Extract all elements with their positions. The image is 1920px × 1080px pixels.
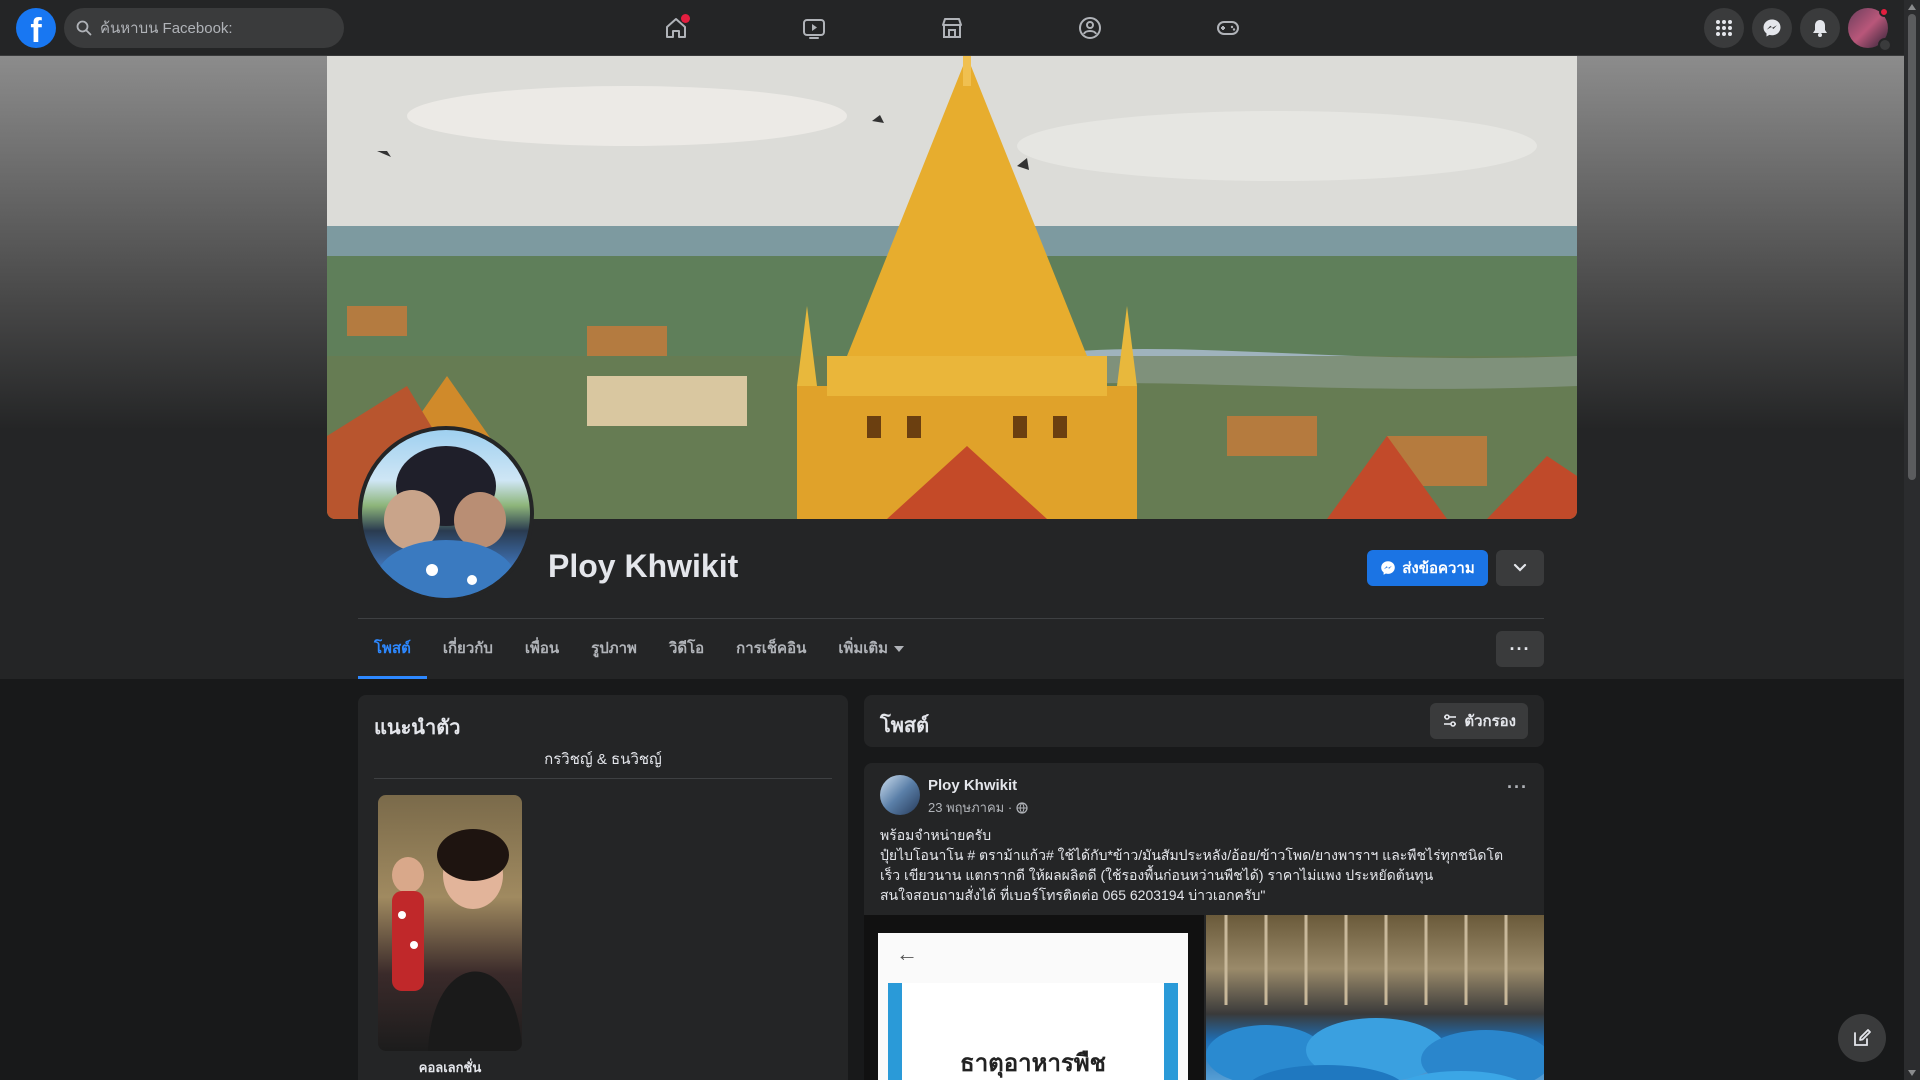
- profile-tabs: โพสต์ เกี่ยวกับ เพื่อน รูปภาพ วิดีโอ การ…: [358, 619, 920, 679]
- posts-title: โพสต์: [880, 715, 930, 737]
- scroll-down-arrow-icon[interactable]: [1908, 1070, 1916, 1076]
- top-navigation-bar: f: [0, 0, 1920, 56]
- tab-label: การเช็คอิน: [736, 640, 807, 657]
- cover-photo[interactable]: [327, 56, 1577, 519]
- menu-grid-icon: [1716, 20, 1732, 36]
- profile-photo-illustration: [376, 446, 516, 598]
- intro-bio: กรวิชญ์ & ธนวิชญ์: [544, 751, 662, 768]
- chevron-down-icon: [1513, 563, 1527, 572]
- post-text-line: พร้อมจำหน่ายครับ: [880, 827, 992, 843]
- tab-label: วิดีโอ: [668, 640, 705, 657]
- search-icon: [76, 20, 92, 36]
- featured-collection-thumbnail[interactable]: [378, 795, 522, 1051]
- bag-label-text: ธาตุอาหารพืช: [960, 1050, 1106, 1077]
- compose-icon: [1854, 1029, 1871, 1046]
- messenger-icon: [1381, 561, 1396, 575]
- search-box[interactable]: [64, 8, 344, 48]
- fertilizer-bag: ธาตุอาหารพืช: [888, 983, 1178, 1080]
- post-author-name[interactable]: Ploy Khwikit: [928, 777, 1017, 794]
- scroll-thumb[interactable]: [1908, 14, 1916, 480]
- send-message-label: ส่งข้อความ: [1402, 560, 1475, 577]
- nav-home[interactable]: [656, 8, 696, 48]
- tab-checkins[interactable]: การเช็คอิน: [720, 619, 822, 679]
- nav-gaming[interactable]: [1208, 8, 1248, 48]
- intro-divider: [374, 778, 832, 779]
- product-screenshot: ← ธาตุอาหารพืช: [878, 933, 1188, 1080]
- globe-icon: [1016, 801, 1028, 814]
- marketplace-icon: [942, 18, 962, 38]
- back-arrow-icon: ←: [896, 941, 918, 966]
- nav-marketplace[interactable]: [932, 8, 972, 48]
- send-message-button[interactable]: ส่งข้อความ: [1367, 550, 1488, 586]
- filter-button[interactable]: ตัวกรอง: [1430, 703, 1528, 739]
- post-options-button[interactable]: ···: [1507, 777, 1528, 798]
- notifications-icon: [1813, 20, 1827, 37]
- featured-photo-illustration: [392, 829, 522, 1051]
- profile-more-button[interactable]: ···: [1496, 631, 1544, 667]
- scroll-up-arrow-icon[interactable]: [1908, 4, 1916, 10]
- post-text-line: สนใจสอบถามสั่งได้ ที่เบอร์โทรติดต่อ 065 …: [880, 887, 1266, 903]
- tab-videos[interactable]: วิดีโอ: [653, 619, 720, 679]
- messenger-icon: [1763, 19, 1781, 37]
- post-image-product[interactable]: ← ธาตุอาหารพืช: [864, 915, 1204, 1080]
- profile-name: Ploy Khwikit: [548, 548, 739, 584]
- tab-about[interactable]: เกี่ยวกับ: [427, 619, 509, 679]
- post-author-avatar[interactable]: [880, 775, 920, 815]
- temple-cover-illustration: [327, 56, 1577, 519]
- tab-label: รูปภาพ: [591, 640, 637, 657]
- post-image-warehouse[interactable]: [1206, 915, 1544, 1080]
- menu-button[interactable]: [1704, 8, 1744, 48]
- intro-title: แนะนำตัว: [374, 717, 461, 739]
- post-date[interactable]: 23 พฤษภาคม ·: [928, 797, 1012, 818]
- new-message-button[interactable]: [1838, 1014, 1886, 1062]
- warehouse-photo-illustration: [1206, 915, 1544, 1080]
- post-text-line: เร็ว เขียวนาน แตกรากดี ให้ผลผลิตดี (ใช้ร…: [880, 867, 1434, 883]
- nav-groups[interactable]: [1070, 8, 1110, 48]
- watch-icon: [803, 19, 825, 39]
- messenger-button[interactable]: [1752, 8, 1792, 48]
- gaming-icon: [1217, 21, 1239, 35]
- post-text: พร้อมจำหน่ายครับ ปุ๋ยไบโอนาโน # ตราม้าแก…: [880, 825, 1530, 905]
- tab-label: โพสต์: [374, 640, 411, 657]
- tab-label: เกี่ยวกับ: [442, 640, 493, 657]
- search-input[interactable]: [100, 19, 330, 37]
- posts-header: โพสต์ ตัวกรอง: [864, 695, 1544, 747]
- post-text-line: ปุ๋ยไบโอนาโน # ตราม้าแก้ว# ใช้ได้กับ*ข้า…: [880, 847, 1504, 863]
- profile-picture[interactable]: [358, 426, 534, 602]
- post-card: Ploy Khwikit 23 พฤษภาคม · ··· พร้อมจำหน่…: [864, 763, 1544, 1080]
- filter-label: ตัวกรอง: [1464, 713, 1516, 730]
- home-notification-dot: [681, 14, 690, 23]
- intro-card: แนะนำตัว กรวิชญ์ & ธนวิชญ์ คอลเลกชั่น: [358, 695, 848, 1080]
- tab-label: เพื่อน: [524, 640, 560, 657]
- tab-posts[interactable]: โพสต์: [358, 619, 427, 679]
- featured-collection-label: คอลเลกชั่น: [418, 1060, 482, 1075]
- tab-photos[interactable]: รูปภาพ: [575, 619, 653, 679]
- page-scrollbar[interactable]: [1904, 0, 1920, 1080]
- facebook-logo[interactable]: f: [16, 8, 56, 48]
- filter-icon: [1444, 714, 1457, 727]
- caret-down-icon: [894, 646, 905, 653]
- profile-options-dropdown[interactable]: [1496, 550, 1544, 586]
- nav-watch[interactable]: [794, 8, 834, 48]
- chevron-down-icon: [1878, 38, 1892, 52]
- notifications-button[interactable]: [1800, 8, 1840, 48]
- account-avatar[interactable]: [1848, 7, 1892, 52]
- tab-more[interactable]: เพิ่มเติม: [822, 619, 920, 679]
- tab-label: เพิ่มเติม: [838, 640, 889, 657]
- tab-friends[interactable]: เพื่อน: [509, 619, 575, 679]
- post-meta: 23 พฤษภาคม ·: [928, 797, 1028, 818]
- groups-icon: [1079, 17, 1101, 39]
- account-notification-dot: [1879, 7, 1889, 17]
